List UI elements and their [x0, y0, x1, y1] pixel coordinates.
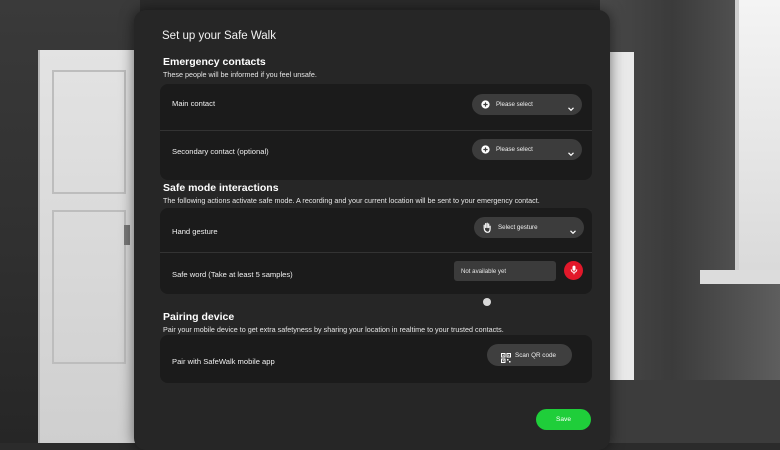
safe-mode-description: The following actions activate safe mode…	[163, 196, 540, 205]
main-contact-select[interactable]: Please select	[472, 94, 582, 115]
secondary-contact-row: Secondary contact (optional) Please sele…	[160, 132, 592, 174]
scan-qr-code-button[interactable]: Scan QR code	[487, 344, 572, 366]
pairing-card: Pair with SafeWalk mobile app Scan QR co…	[160, 335, 592, 383]
row-divider	[160, 130, 592, 131]
chevron-down-icon	[567, 145, 575, 157]
pairing-device-description: Pair your mobile device to get extra saf…	[163, 325, 504, 334]
safe-word-field-value: Not available yet	[461, 268, 507, 275]
main-contact-label: Main contact	[172, 99, 216, 108]
secondary-contact-select-value: Please select	[496, 146, 533, 153]
page-title: Set up your Safe Walk	[162, 30, 276, 42]
record-safe-word-button[interactable]	[564, 261, 583, 280]
plus-circle-icon	[480, 100, 490, 110]
window-sill	[700, 270, 780, 284]
main-contact-row: Main contact Please select	[160, 84, 592, 126]
secondary-contact-select[interactable]: Please select	[472, 139, 582, 160]
window	[735, 0, 780, 280]
door-panel-lower	[52, 210, 126, 364]
secondary-contact-label: Secondary contact (optional)	[172, 147, 269, 156]
save-button-label: Save	[555, 416, 572, 423]
safe-mode-card: Hand gesture Select gesture Safe word (T…	[160, 208, 592, 294]
door-panel-upper	[52, 70, 126, 194]
hand-gesture-label: Hand gesture	[172, 227, 218, 236]
emergency-contacts-title: Emergency contacts	[163, 56, 266, 68]
row-divider	[160, 252, 592, 253]
safe-word-label: Safe word (Take at least 5 samples)	[172, 270, 293, 279]
safe-mode-title: Safe mode interactions	[163, 182, 279, 194]
safe-word-row: Safe word (Take at least 5 samples) Not …	[160, 254, 592, 296]
hand-icon	[482, 222, 492, 233]
floor	[600, 380, 780, 443]
chevron-down-icon	[567, 100, 575, 112]
white-shelf	[608, 52, 634, 422]
pair-app-label: Pair with SafeWalk mobile app	[172, 357, 275, 366]
hand-gesture-row: Hand gesture Select gesture	[160, 208, 592, 250]
plus-circle-icon	[480, 145, 490, 155]
save-button[interactable]: Save	[536, 409, 591, 430]
emergency-contacts-description: These people will be informed if you fee…	[163, 70, 317, 79]
hand-gesture-select-value: Select gesture	[498, 224, 538, 231]
safe-walk-setup-panel: Set up your Safe Walk Emergency contacts…	[134, 10, 610, 450]
qr-code-icon	[501, 350, 511, 363]
chevron-down-icon	[569, 223, 577, 235]
microphone-icon	[570, 262, 578, 280]
pairing-device-title: Pairing device	[163, 311, 235, 323]
emergency-contacts-card: Main contact Please select Secondary con…	[160, 84, 592, 180]
scan-qr-code-label: Scan QR code	[515, 351, 556, 359]
hand-gesture-select[interactable]: Select gesture	[474, 217, 584, 238]
main-contact-select-value: Please select	[496, 101, 533, 108]
scroll-indicator[interactable]	[483, 298, 491, 306]
safe-word-field[interactable]: Not available yet	[454, 261, 556, 281]
door-handle	[124, 225, 130, 245]
